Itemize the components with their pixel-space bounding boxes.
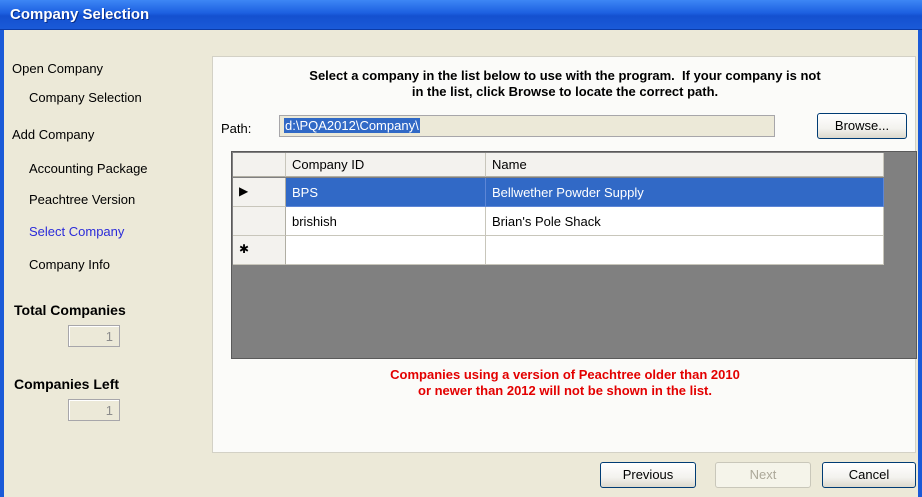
total-companies-label: Total Companies <box>14 302 126 318</box>
column-header-company-id[interactable]: Company ID <box>286 153 486 177</box>
column-header-company-id-label: Company ID <box>292 157 365 172</box>
sidebar-item-select-company: Select Company <box>29 224 125 239</box>
previous-button[interactable]: Previous <box>600 462 696 488</box>
main-panel: Select a company in the list below to us… <box>212 56 917 453</box>
cell-text: Bellwether Powder Supply <box>492 185 644 200</box>
path-input[interactable]: d:\PQA2012\Company\ <box>279 115 775 137</box>
sidebar-item-peachtree-version: Peachtree Version <box>29 192 136 207</box>
version-warning: Companies using a version of Peachtree o… <box>213 367 917 399</box>
companies-left-label: Companies Left <box>14 376 120 392</box>
table-row-cell-company-id[interactable]: brishish <box>286 207 486 236</box>
next-button[interactable]: Next <box>715 462 811 488</box>
warning-line-1: Companies using a version of Peachtree o… <box>390 367 740 382</box>
new-row-asterisk-icon: ✱ <box>239 242 250 256</box>
row-header[interactable]: ▶ <box>233 178 286 207</box>
window-title: Company Selection <box>10 6 150 23</box>
wizard-sidebar: Open Company Company Selection Add Compa… <box>4 30 210 497</box>
sidebar-item-open-company: Open Company <box>12 61 104 76</box>
instructions-line-1: Select a company in the list below to us… <box>309 68 821 83</box>
table-row-cell-name[interactable]: Brian's Pole Shack <box>486 207 884 236</box>
grid-corner-header <box>233 153 286 177</box>
sidebar-item-accounting-package: Accounting Package <box>29 161 148 176</box>
company-grid[interactable]: Company ID Name ▶ BPS Bellwether Powder … <box>231 151 917 359</box>
table-row-cell-company-id[interactable] <box>286 236 486 265</box>
table-row-cell-name[interactable]: Bellwether Powder Supply <box>486 178 884 207</box>
column-header-name-label: Name <box>492 157 527 172</box>
instructions-line-2: in the list, click Browse to locate the … <box>411 84 719 99</box>
cancel-button[interactable]: Cancel <box>822 462 916 488</box>
sidebar-item-company-info: Company Info <box>29 257 110 272</box>
sidebar-item-company-selection: Company Selection <box>29 90 142 105</box>
cell-text: brishish <box>292 214 337 229</box>
warning-line-2: or newer than 2012 will not be shown in … <box>418 383 712 398</box>
total-companies-value: 1 <box>68 325 120 347</box>
table-row-cell-name[interactable] <box>486 236 884 265</box>
current-row-indicator-icon: ▶ <box>239 184 249 198</box>
company-selection-window: Company Selection Open Company Company S… <box>0 0 922 497</box>
row-header[interactable] <box>233 207 286 236</box>
path-label: Path: <box>221 121 252 136</box>
title-bar[interactable]: Company Selection <box>0 0 922 30</box>
instructions-text: Select a company in the list below to us… <box>213 68 917 100</box>
browse-button[interactable]: Browse... <box>817 113 907 139</box>
table-row-cell-company-id[interactable]: BPS <box>286 178 486 207</box>
row-header[interactable]: ✱ <box>233 236 286 265</box>
column-header-name[interactable]: Name <box>486 153 884 177</box>
companies-left-value: 1 <box>68 399 120 421</box>
sidebar-item-add-company: Add Company <box>12 127 95 142</box>
window-frame-right <box>918 30 922 497</box>
cell-text: Brian's Pole Shack <box>492 214 601 229</box>
cell-text: BPS <box>292 185 319 200</box>
path-value: d:\PQA2012\Company\ <box>284 118 420 133</box>
